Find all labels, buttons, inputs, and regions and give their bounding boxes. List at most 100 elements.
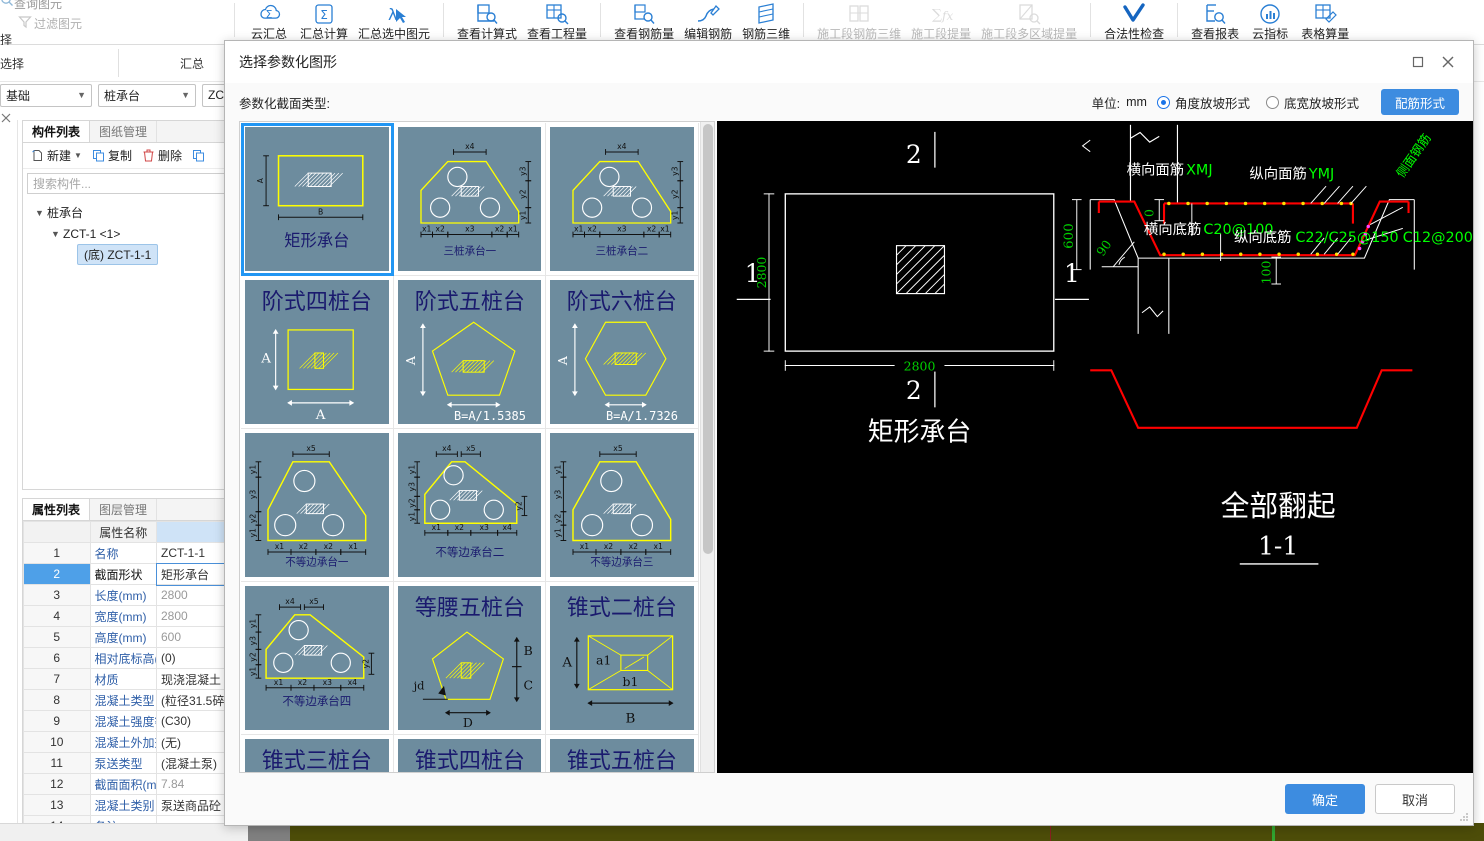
search-placeholder: 搜索构件... [33,177,92,191]
ribbon-button-rebar-3d[interactable]: 钢筋三维 [737,0,795,44]
ribbon-button-view-quantity[interactable]: 查看工程量 [522,0,592,44]
ribbon-button-view-formula[interactable]: 查看计算式 [452,0,522,44]
view-report-icon [1202,1,1228,27]
tree-node-zct1[interactable]: ▼ ZCT-1 <1> [31,223,231,244]
ribbon-button-segment-rebar-3d[interactable]: 施工段钢筋三维 [812,0,906,44]
property-value[interactable]: 矩形承台 [155,562,231,586]
property-value[interactable]: (C30) [156,710,231,732]
property-value[interactable]: (混凝土泵) [156,752,231,774]
svg-text:x4: x4 [502,523,512,532]
property-value[interactable]: 泵送商品砼 [156,794,231,816]
layer-component-button[interactable] [188,147,209,164]
table-row[interactable]: 3 长度(mm) 2800 [23,584,231,606]
shape-cell-cone2[interactable]: 锥式二桩台 Aa1 b1 B [546,582,699,735]
table-row[interactable]: 12截面面积(m²)7.84 [23,773,231,795]
radio-angle-slope[interactable]: 角度放坡形式 [1156,93,1250,112]
combo-category[interactable]: 基础 ▼ [0,83,92,107]
table-row[interactable]: 4 宽度(mm) 2800 [23,605,231,627]
shape-cell-tri2[interactable]: x4 y3 y2 y1 x1 x2 x3 x2 x1 三桩承台二 [546,123,699,276]
ribbon-button-segment-extract[interactable]: ∑ fx 施工段提量 [906,0,976,44]
table-row[interactable]: 8混凝土类型(粒径31.5碎石) [23,689,231,711]
shape-cell-uneq4[interactable]: x4 x5 y1 y3 y2 y1 y2 x1 x2 x3 x4 不等边承台四 [241,582,394,735]
close-panel-icon[interactable] [0,112,20,126]
tab-property-list[interactable]: 属性列表 [23,499,91,520]
ribbon-button-edit-rebar[interactable]: 编辑钢筋 [679,0,737,44]
property-value[interactable]: 现浇混凝土 [156,668,231,690]
shape-cell-uneq3[interactable]: x5 y1 y3 y2 y1 x1 x2 x2 x1 不等边承台三 [546,429,699,582]
shape-cell-cone4[interactable]: 锥式四桩台 [393,735,547,772]
table-row[interactable]: 11 泵送类型 (混凝土泵) [23,752,231,774]
shape-cell-step6[interactable]: 阶式六桩台 A B=A/1.7326 [546,276,699,429]
shape-cell-tri1[interactable]: x4 y3 y2 y1 x1 x2 x3 x2 x1 三桩承台一 [393,123,547,276]
tab-component-list[interactable]: 构件列表 [23,121,91,142]
property-value[interactable]: (0) [156,647,231,669]
ribbon-label: 钢筋三维 [742,27,791,41]
svg-text:y1: y1 [671,210,680,220]
delete-component-button[interactable]: 删除 [138,145,186,166]
property-value[interactable]: 7.84 [156,773,231,795]
ribbon-label: 汇总选中图元 [358,27,431,41]
svg-text:三桩承台一: 三桩承台一 [443,245,496,258]
cloud-index-icon [1257,1,1283,27]
scrollbar-thumb[interactable] [703,124,713,554]
ribbon-button-validity-check[interactable]: 合法性检查 [1099,0,1169,44]
svg-text:y2: y2 [554,514,563,524]
tab-layer-manage[interactable]: 图层管理 [90,499,158,520]
property-value[interactable]: (无) [156,731,231,753]
combo-type[interactable]: 桩承台 ▼ [98,83,196,107]
table-row[interactable]: 1 名称 ZCT-1-1 [23,542,231,564]
cancel-button[interactable]: 取消 [1375,784,1455,814]
chevron-down-icon[interactable]: ▼ [51,229,63,239]
ribbon-button-sum-calc[interactable]: Σ 汇总计算 [295,0,353,44]
table-row[interactable]: 6相对底标高(m)(0) [23,647,231,669]
ribbon-button-sum-selected[interactable]: λ 汇总选中图元 [353,0,435,44]
property-value[interactable]: 2800 [156,605,231,627]
rebar-form-button[interactable]: 配筋形式 [1380,89,1459,115]
property-value[interactable]: 2800 [156,584,231,606]
shape-cell-uneq2[interactable]: x4 x5 y1 y3 y2 y1 y2 x1 x2 x3 x4 不等边承台二 [393,429,547,582]
preview-canvas[interactable]: 2800 2800 2 2 1 1 矩形承台 600 90 0 100 横向面筋… [717,121,1473,773]
table-row[interactable]: 2 截面形状 矩形承台 [23,562,231,586]
table-row[interactable]: 7 材质 现浇混凝土 [23,668,231,690]
ribbon-button-segment-multi-extract[interactable]: 施工段多区域提量 [976,0,1082,44]
ok-button[interactable]: 确定 [1285,784,1365,814]
chevron-down-icon[interactable]: ▼ [35,208,47,218]
section-mark-top: 2 [906,140,922,169]
shape-cell-step5[interactable]: 阶式五桩台 A B=A/1.5385 [393,276,547,429]
maximize-icon[interactable] [1403,49,1433,75]
new-component-button[interactable]: 新建 ▼ [27,145,86,166]
svg-text:不等边承台一: 不等边承台一 [285,555,349,568]
shape-cell-uneq1[interactable]: x5 y1 y3 y2 y1 x1 x2 x2 x1 不等边承台一 [241,429,394,582]
property-value[interactable]: 600 [156,626,231,648]
shape-grid-scrollbar[interactable] [700,122,714,772]
table-row[interactable]: 13 混凝土类别 泵送商品砼 [23,794,231,816]
row-index: 8 [23,689,91,711]
svg-text:y3: y3 [671,166,680,176]
property-value[interactable]: (粒径31.5碎石) [156,689,231,711]
shape-cell-rect[interactable]: A B 矩形承台 [241,123,394,276]
property-value[interactable]: ZCT-1-1 [156,542,231,564]
ribbon-button-view-rebar-qty[interactable]: 查看钢筋量 [609,0,679,44]
search-component-input[interactable]: 搜索构件... [27,173,227,194]
ribbon-button-view-report[interactable]: 查看报表 [1186,0,1244,44]
table-row[interactable]: 5 高度(mm) 600 [23,626,231,648]
tree-node-pile-cap[interactable]: ▼ 桩承台 [31,202,231,223]
close-icon[interactable] [1433,49,1463,75]
resize-grip-icon[interactable] [1459,812,1469,822]
radio-bottom-width-slope[interactable]: 底宽放坡形式 [1265,93,1359,112]
shape-cell-step4[interactable]: 阶式四桩台 A A [241,276,394,429]
table-row[interactable]: 10混凝土外加剂(无) [23,731,231,753]
shape-grid[interactable]: A B 矩形承台 x4 y3 y2 y1 x1 x2 x3 x2 x1 三桩承台一 x4 y3 y2 y1 x1 x… [240,122,700,772]
ribbon-button-table-calc[interactable]: 表格算量 [1296,0,1354,44]
tree-node-zct1-1[interactable]: (底) ZCT-1-1 [31,244,231,265]
tab-drawing-manage[interactable]: 图纸管理 [90,121,158,142]
row-index: 13 [23,794,91,816]
dialog-titlebar[interactable]: 选择参数化图形 [225,41,1473,83]
shape-cell-cone3[interactable]: 锥式三桩台 [241,735,394,772]
ribbon-button-cloud-sum[interactable]: Σ 云汇总 [243,0,295,44]
copy-component-button[interactable]: 复制 [88,145,136,166]
ribbon-button-cloud-index[interactable]: 云指标 [1244,0,1296,44]
shape-cell-iso5[interactable]: 等腰五桩台 B Cjd D [393,582,547,735]
table-row[interactable]: 9混凝土强度等级(C30) [23,710,231,732]
shape-cell-cone5[interactable]: 锥式五桩台 [546,735,699,772]
